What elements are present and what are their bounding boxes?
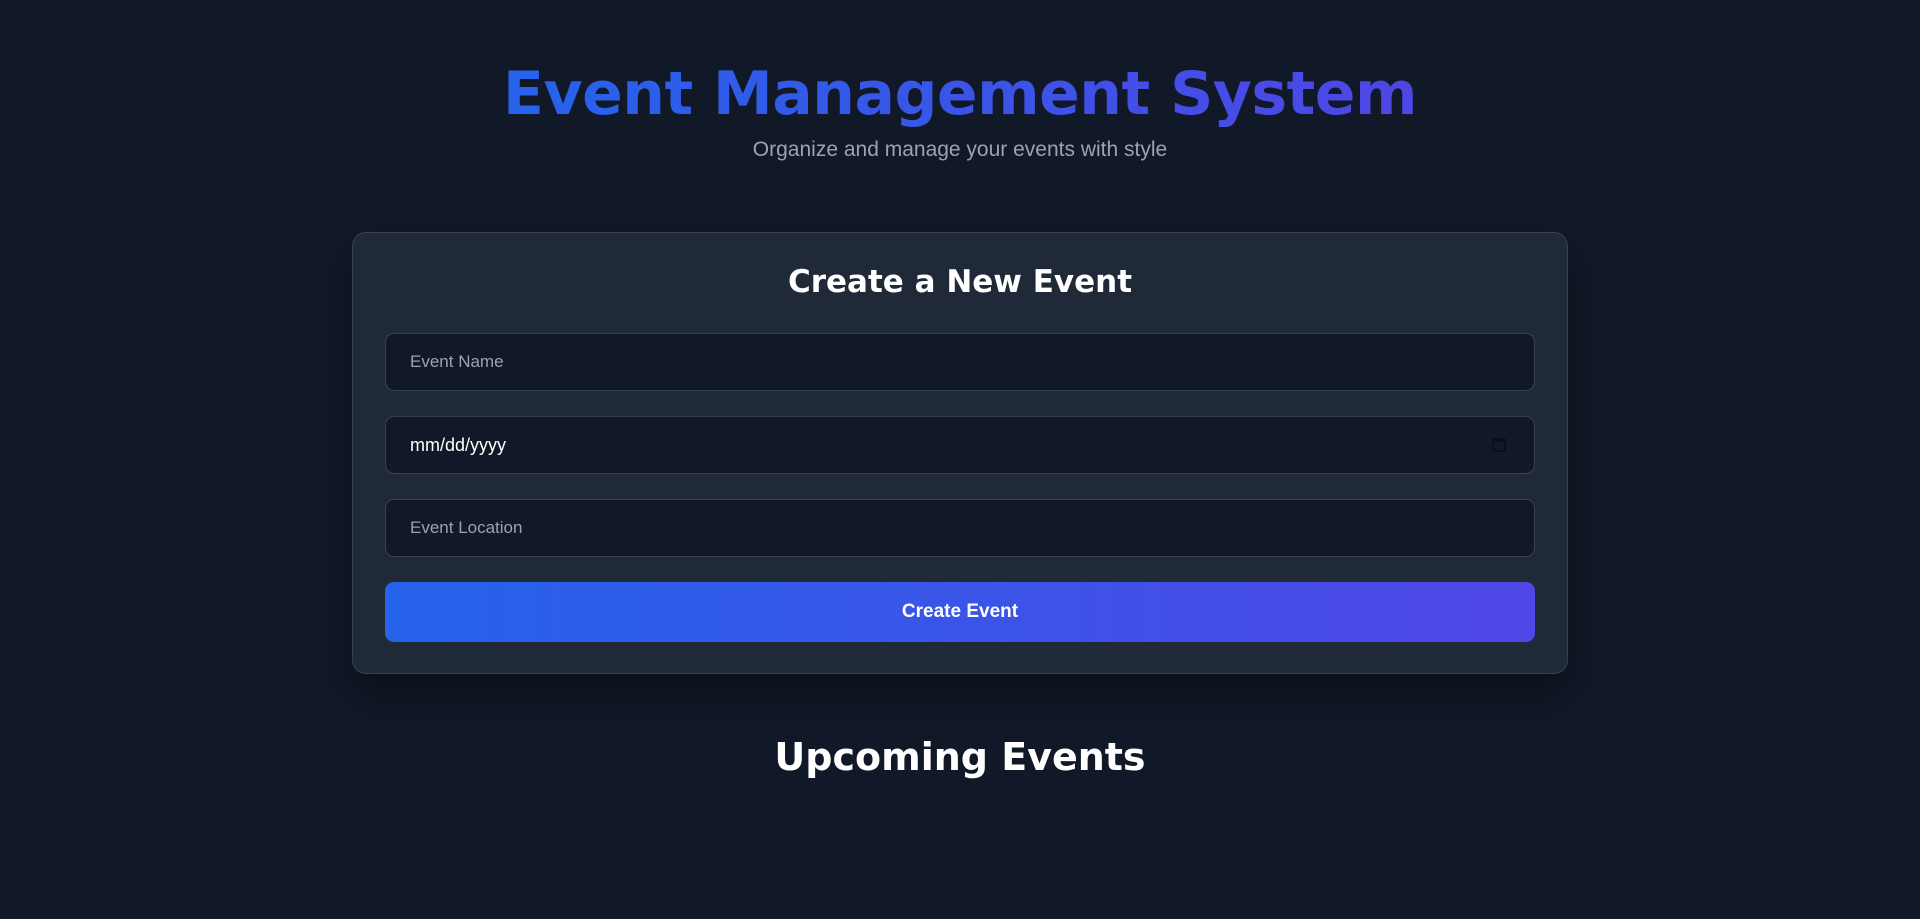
event-location-field[interactable] (385, 499, 1535, 557)
create-event-card: Create a New Event mm/dd/yyyy Create Eve… (352, 232, 1568, 674)
calendar-icon[interactable] (1492, 438, 1506, 452)
create-event-title: Create a New Event (787, 264, 1133, 300)
event-location-input[interactable] (410, 518, 1510, 538)
page-subtitle: Organize and manage your events with sty… (752, 138, 1168, 161)
header: Event Management System Organize and man… (0, 56, 1920, 164)
create-event-button[interactable]: Create Event (385, 582, 1535, 642)
upcoming-events-title: Upcoming Events (774, 735, 1146, 779)
event-date-input[interactable]: mm/dd/yyyy (410, 435, 1492, 456)
page: Event Management System Organize and man… (0, 0, 1920, 919)
page-title: Event Management System (503, 56, 1418, 132)
event-date-field[interactable]: mm/dd/yyyy (385, 416, 1535, 474)
event-name-field[interactable] (385, 333, 1535, 391)
event-name-input[interactable] (410, 352, 1510, 372)
